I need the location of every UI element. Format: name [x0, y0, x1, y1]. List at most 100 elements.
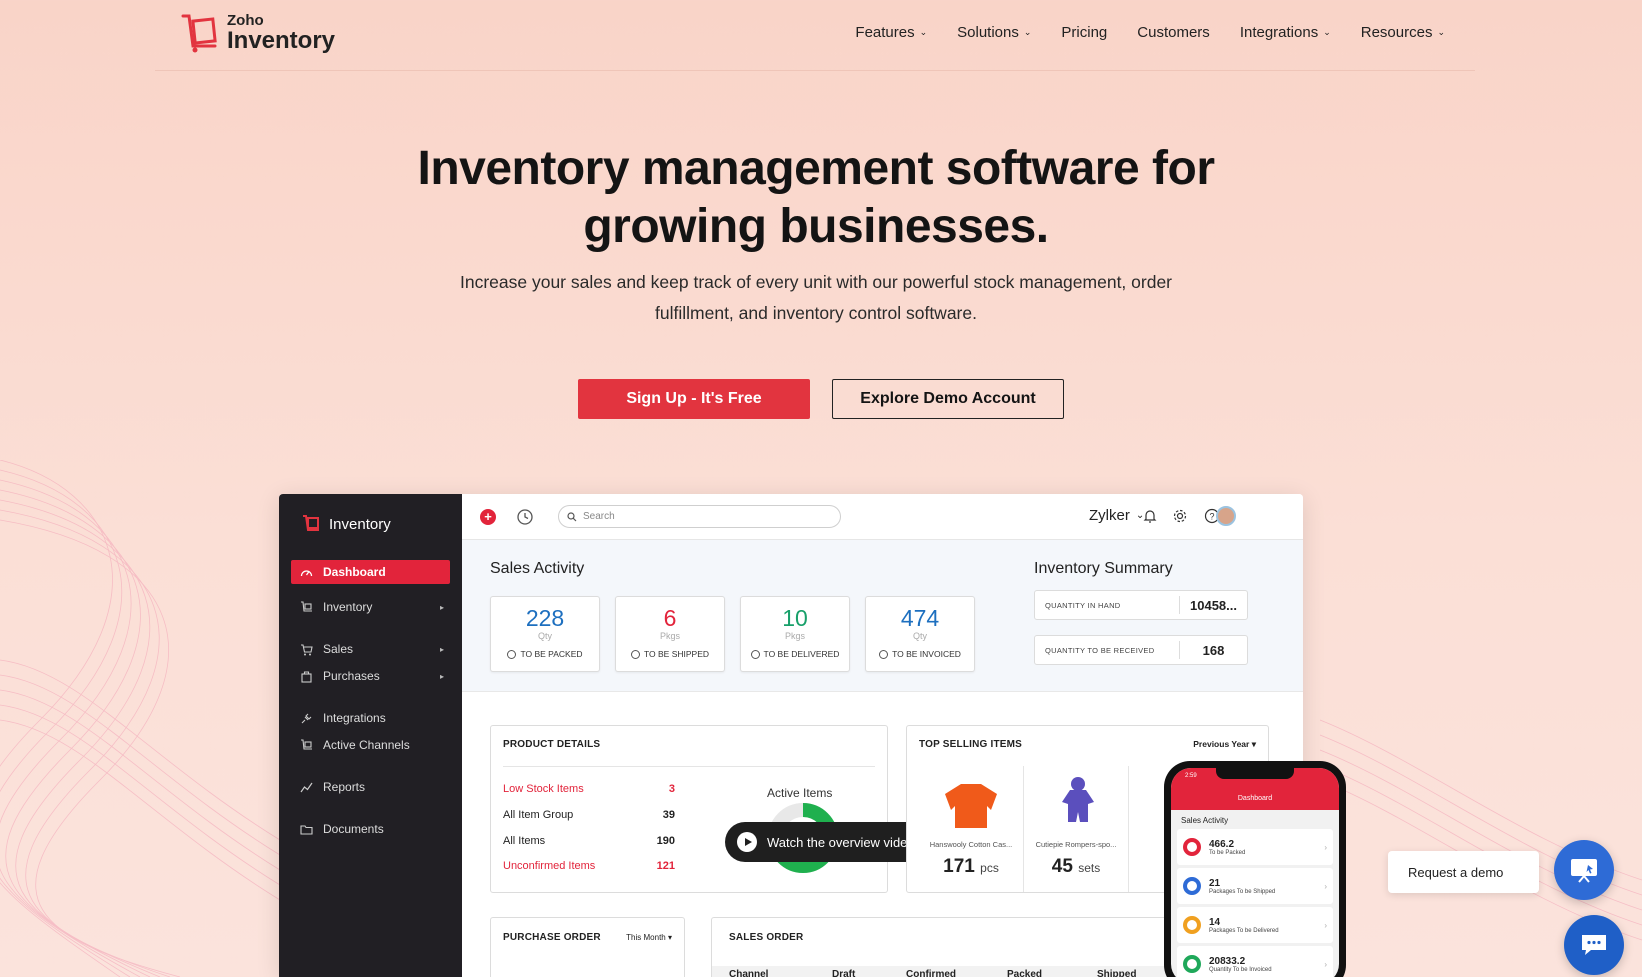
nav-customers[interactable]: Customers	[1137, 24, 1210, 41]
sidebar-item-sales[interactable]: Sales ▸	[291, 637, 450, 661]
org-switcher[interactable]: Zylker ⌄	[1089, 507, 1144, 524]
item-unit: pcs	[980, 861, 999, 875]
stat-card-to-be-delivered[interactable]: 10 Pkgs TO BE DELIVERED	[740, 596, 850, 672]
bell-icon[interactable]	[1142, 508, 1158, 524]
invoiced-icon	[1183, 955, 1201, 973]
request-demo-tooltip[interactable]: Request a demo	[1388, 851, 1539, 893]
low-stock-row[interactable]: Low Stock Items 3	[503, 783, 675, 795]
app-search-input[interactable]: Search	[558, 505, 841, 528]
history-icon[interactable]	[516, 508, 534, 526]
chat-button[interactable]	[1564, 915, 1624, 975]
bag-icon	[299, 669, 313, 683]
sidebar-item-label: Reports	[323, 780, 366, 794]
sidebar-item-reports[interactable]: Reports	[291, 775, 450, 799]
sidebar-item-integrations[interactable]: Integrations	[291, 706, 450, 730]
quick-create-button[interactable]: +	[480, 509, 496, 525]
site-header: Zoho Inventory Features ⌄ Solutions ⌄ Pric…	[155, 0, 1475, 71]
item-unit: sets	[1078, 861, 1101, 875]
phone-stat-row[interactable]: 14 Packages To be Delivered ›	[1177, 907, 1333, 943]
column-header: Confirmed	[906, 969, 956, 977]
purchase-order-card: PURCHASE ORDER This Month ▾	[490, 917, 685, 977]
phone-stat-row[interactable]: 466.2 To be Packed ›	[1177, 829, 1333, 865]
caret-right-icon: ▸	[439, 644, 444, 654]
nav-solutions[interactable]: Solutions ⌄	[957, 24, 1031, 41]
period-label: Previous Year	[1193, 739, 1250, 749]
search-placeholder: Search	[583, 511, 615, 522]
sidebar-item-purchases[interactable]: Purchases ▸	[291, 664, 450, 688]
video-label: Watch the overview video	[767, 834, 915, 850]
stat-card-to-be-invoiced[interactable]: 474 Qty TO BE INVOICED	[865, 596, 975, 672]
avatar[interactable]	[1216, 506, 1236, 526]
sidebar-item-label: Active Channels	[323, 738, 410, 752]
row-value: 3	[668, 783, 675, 795]
watch-video-button[interactable]: Watch the overview video	[725, 822, 931, 862]
sidebar-item-label: Sales	[323, 642, 354, 656]
nav-integrations[interactable]: Integrations ⌄	[1240, 24, 1331, 41]
stat-card-to-be-packed[interactable]: 228 Qty TO BE PACKED	[490, 596, 600, 672]
item-qty: 171	[943, 856, 975, 877]
request-demo-button[interactable]	[1554, 840, 1614, 900]
signup-button[interactable]: Sign Up - It's Free	[578, 379, 810, 419]
column-header: Channel	[729, 969, 769, 977]
all-item-group-row[interactable]: All Item Group 39	[503, 809, 675, 821]
stat-unit: Qty	[537, 631, 552, 641]
caret-down-icon: ▾	[667, 933, 672, 942]
all-items-row[interactable]: All Items 190	[503, 835, 675, 847]
sidebar-item-label: Inventory	[323, 600, 373, 614]
delivered-icon	[1183, 916, 1201, 934]
period-dropdown[interactable]: Previous Year ▾	[1193, 739, 1256, 750]
phone-stat-label: Quantity To be Invoiced	[1209, 966, 1272, 973]
sweater-image	[945, 784, 997, 828]
chevron-down-icon: ⌄	[1437, 27, 1445, 37]
stat-unit: Pkgs	[659, 631, 680, 641]
summary-label: QUANTITY TO BE RECEIVED	[1045, 645, 1155, 655]
top-item[interactable]: Hanswooly Cotton Cas... 171 pcs	[919, 766, 1024, 892]
chevron-right-icon: ›	[1324, 881, 1327, 891]
presentation-icon	[1571, 859, 1597, 883]
phone-mockup: 2:59 Dashboard Sales Activity 466.2 To be…	[1164, 761, 1346, 977]
period-label: This Month	[626, 933, 666, 942]
phone-stat-row[interactable]: 20833.2 Quantity To be Invoiced ›	[1177, 946, 1333, 977]
sidebar-item-dashboard[interactable]: Dashboard	[291, 560, 450, 584]
truck-circle-icon	[630, 649, 640, 659]
cart-icon	[299, 600, 313, 614]
sidebar-item-documents[interactable]: Documents	[291, 817, 450, 841]
top-item[interactable]: Cutiepie Rompers-spo... 45 sets	[1024, 766, 1129, 892]
inventory-logo-icon	[303, 515, 319, 531]
zoho-inventory-logo[interactable]: Zoho Inventory	[179, 12, 335, 54]
summary-value: 10458...	[1179, 596, 1247, 614]
org-name: Zylker	[1089, 507, 1130, 524]
hero-subtitle: Increase your sales and keep track of ev…	[421, 267, 1211, 329]
romper-image	[1062, 777, 1094, 822]
channels-icon	[299, 738, 313, 752]
plug-icon	[299, 711, 313, 725]
period-dropdown[interactable]: This Month ▾	[626, 933, 672, 942]
stat-unit: Qty	[912, 631, 927, 641]
explore-demo-button[interactable]: Explore Demo Account	[832, 379, 1064, 419]
sales-activity-panel: Sales Activity 228 Qty TO BE PACKED 6 Pk…	[462, 540, 1303, 692]
stat-label: TO BE PACKED	[520, 649, 583, 659]
nav-features[interactable]: Features ⌄	[855, 24, 927, 41]
active-items-label: Active Items	[767, 786, 833, 800]
dashboard-icon	[299, 565, 313, 579]
phone-section-title: Sales Activity	[1181, 816, 1229, 825]
nav-pricing[interactable]: Pricing	[1061, 24, 1107, 41]
sidebar-item-inventory[interactable]: Inventory ▸	[291, 595, 450, 619]
stat-card-to-be-shipped[interactable]: 6 Pkgs TO BE SHIPPED	[615, 596, 725, 672]
stat-value: 474	[900, 605, 940, 631]
request-demo-label: Request a demo	[1408, 864, 1504, 880]
gear-icon[interactable]	[1172, 508, 1188, 524]
item-name: Cutiepie Rompers-spo...	[1035, 840, 1117, 849]
stat-label: TO BE INVOICED	[892, 649, 961, 659]
chart-icon	[299, 780, 313, 794]
chevron-down-icon: ⌄	[919, 27, 928, 37]
nav-solutions-label: Solutions	[957, 24, 1019, 41]
caret-down-icon: ▾	[1251, 739, 1256, 749]
purchase-order-title: PURCHASE ORDER	[503, 932, 601, 943]
phone-stat-row[interactable]: 21 Packages To be Shipped ›	[1177, 868, 1333, 904]
unconfirmed-items-row[interactable]: Unconfirmed Items 121	[503, 860, 675, 872]
phone-title: Dashboard	[1237, 795, 1273, 802]
summary-value: 168	[1179, 641, 1247, 659]
sidebar-item-active-channels[interactable]: Active Channels	[291, 733, 450, 757]
nav-resources[interactable]: Resources ⌄	[1361, 24, 1445, 41]
